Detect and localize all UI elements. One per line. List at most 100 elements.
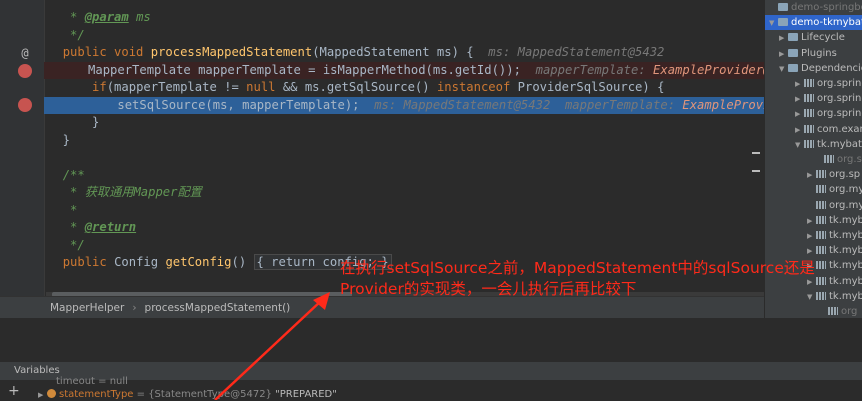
variable-row[interactable]: timeout = null xyxy=(56,376,128,388)
tree-item[interactable]: org xyxy=(819,304,857,318)
tree-item[interactable]: ▶ org.spring xyxy=(795,76,862,91)
tree-item[interactable]: ▶ org.sp xyxy=(807,167,860,182)
tree-item-label: org.my xyxy=(829,184,862,196)
variables-title: Variables xyxy=(14,365,60,376)
tree-item[interactable]: ▼ Dependencie xyxy=(779,61,862,76)
code-line[interactable]: */ xyxy=(48,237,764,254)
library-icon xyxy=(816,170,826,179)
expand-arrow-icon[interactable]: ▶ xyxy=(807,214,816,229)
tree-item[interactable]: demo-springbo xyxy=(769,0,862,15)
code-token: } xyxy=(48,115,100,129)
expand-arrow-icon[interactable]: ▶ xyxy=(807,229,816,244)
scroll-marker xyxy=(752,152,760,154)
collapse-arrow-icon[interactable]: ▼ xyxy=(779,62,788,77)
tree-item-label: demo-tkmybati xyxy=(791,17,862,29)
expand-arrow-icon[interactable]: ▶ xyxy=(795,107,804,122)
tree-item[interactable]: ▼ demo-tkmybati xyxy=(765,15,862,31)
tree-item[interactable]: ▶ tk.myb xyxy=(807,213,862,228)
annotation-line: Provider的实现类，一会儿执行后再比较下 xyxy=(340,280,637,298)
variable-row[interactable]: ▶ statementType = {StatementType@5472} "P… xyxy=(38,389,337,401)
tree-item[interactable]: ▶ Plugins xyxy=(779,46,837,61)
code-token: ExampleProvider xyxy=(682,97,764,112)
variable-value: "PREPARED" xyxy=(275,389,337,400)
tree-item-label: tk.myb xyxy=(829,245,862,257)
code-token: MapperTemplate mapperTemplate = isMapper… xyxy=(44,62,536,77)
code-token: public xyxy=(62,255,115,269)
folder-icon xyxy=(778,3,788,11)
expand-arrow-icon[interactable]: ▶ xyxy=(807,244,816,259)
tree-item[interactable]: ▶ org.spring xyxy=(795,106,862,121)
expand-arrow-icon[interactable]: ▶ xyxy=(795,92,804,107)
tree-item[interactable]: ▶ com.exam xyxy=(795,122,862,137)
breadcrumb-class[interactable]: MapperHelper xyxy=(50,297,124,319)
collapse-arrow-icon[interactable]: ▼ xyxy=(769,16,778,31)
code-line[interactable]: */ xyxy=(48,27,764,44)
override-marker-icon[interactable]: @ xyxy=(18,46,32,60)
editor-gutter[interactable]: @ xyxy=(0,0,45,296)
code-token: */ xyxy=(70,27,85,42)
code-line[interactable]: * @return xyxy=(48,219,764,236)
library-icon xyxy=(804,139,814,148)
library-icon xyxy=(816,246,826,255)
tree-item[interactable]: org.my xyxy=(807,182,862,197)
code-token: (MappedStatement ms) { xyxy=(312,45,489,59)
tree-item-label: Lifecycle xyxy=(801,32,845,44)
code-line[interactable]: * xyxy=(48,202,764,219)
code-line[interactable]: setSqlSource(ms, mapperTemplate); ms: Ma… xyxy=(44,96,764,114)
code-line[interactable]: if(mapperTemplate != null && ms.getSqlSo… xyxy=(48,79,764,96)
code-line[interactable] xyxy=(48,149,764,166)
code-token: processMappedStatement xyxy=(150,45,313,59)
breadcrumb-method[interactable]: processMappedStatement() xyxy=(145,297,291,319)
tree-item-label: org.spring xyxy=(817,108,862,120)
add-watch-icon[interactable]: + xyxy=(8,384,20,398)
expand-arrow-icon[interactable]: ▶ xyxy=(779,47,788,62)
tree-item[interactable]: ▶ tk.myb xyxy=(807,228,862,243)
expand-arrow-icon[interactable]: ▶ xyxy=(795,123,804,138)
folder-icon xyxy=(788,63,798,72)
breakpoint-icon[interactable] xyxy=(18,98,32,112)
code-token: */ xyxy=(70,237,85,252)
code-line[interactable]: * 获取通用Mapper配置 xyxy=(48,184,764,201)
tree-item-label: org.spring xyxy=(817,78,862,89)
tree-item[interactable]: ▼ tk.mybatis xyxy=(795,137,862,152)
code-line[interactable]: } xyxy=(48,114,764,131)
variables-panel[interactable]: + timeout = null ▶ statementType = {State… xyxy=(0,376,862,401)
code-line[interactable]: } xyxy=(48,132,764,149)
folder-icon xyxy=(778,18,788,27)
library-icon xyxy=(816,200,826,209)
code-line[interactable]: MapperTemplate mapperTemplate = isMapper… xyxy=(44,61,764,79)
variable-type: = {StatementType@5472} xyxy=(136,389,272,400)
code-token: ProviderSqlSource) { xyxy=(517,80,665,94)
variable-text: timeout = null xyxy=(56,376,128,387)
tree-item[interactable]: org.sp xyxy=(815,152,862,167)
tree-item[interactable]: ▶ org.spring xyxy=(795,91,862,106)
tree-item[interactable]: org.my xyxy=(807,198,862,213)
expand-arrow-icon[interactable]: ▶ xyxy=(807,168,816,183)
expand-arrow-icon[interactable]: ▶ xyxy=(779,31,788,46)
breakpoint-icon[interactable] xyxy=(18,64,32,78)
tree-item-label: Dependencie xyxy=(801,62,862,74)
code-editor[interactable]: @ * @param ms */ public void processMapp… xyxy=(0,0,764,296)
code-line[interactable]: /** xyxy=(48,167,764,184)
tree-item-label: tk.myb xyxy=(829,214,862,226)
tree-item-label: org.my xyxy=(829,199,862,211)
expand-arrow-icon[interactable]: ▶ xyxy=(795,77,804,92)
code-line[interactable]: public void processMappedStatement(Mappe… xyxy=(48,44,764,61)
tree-item-label: org.spring xyxy=(817,93,862,105)
annotation-text: 在执行setSqlSource之前，MappedStatement中的sqlSo… xyxy=(340,258,840,300)
code-token: ms: MappedStatement@5432 xyxy=(488,45,665,59)
code-line[interactable]: * @param ms xyxy=(48,9,764,26)
tree-item[interactable]: ▶ tk.myb xyxy=(807,243,862,258)
tree-item[interactable]: ▶ Lifecycle xyxy=(779,30,845,45)
collapse-arrow-icon[interactable]: ▼ xyxy=(795,138,804,153)
expand-arrow-icon[interactable]: ▶ xyxy=(38,389,47,401)
tree-item-label: org xyxy=(841,306,858,317)
code-token: mapperTemplate: xyxy=(564,97,683,112)
code-token: () xyxy=(231,255,254,269)
code-token: * xyxy=(70,10,85,24)
code-token: Config xyxy=(114,255,166,269)
